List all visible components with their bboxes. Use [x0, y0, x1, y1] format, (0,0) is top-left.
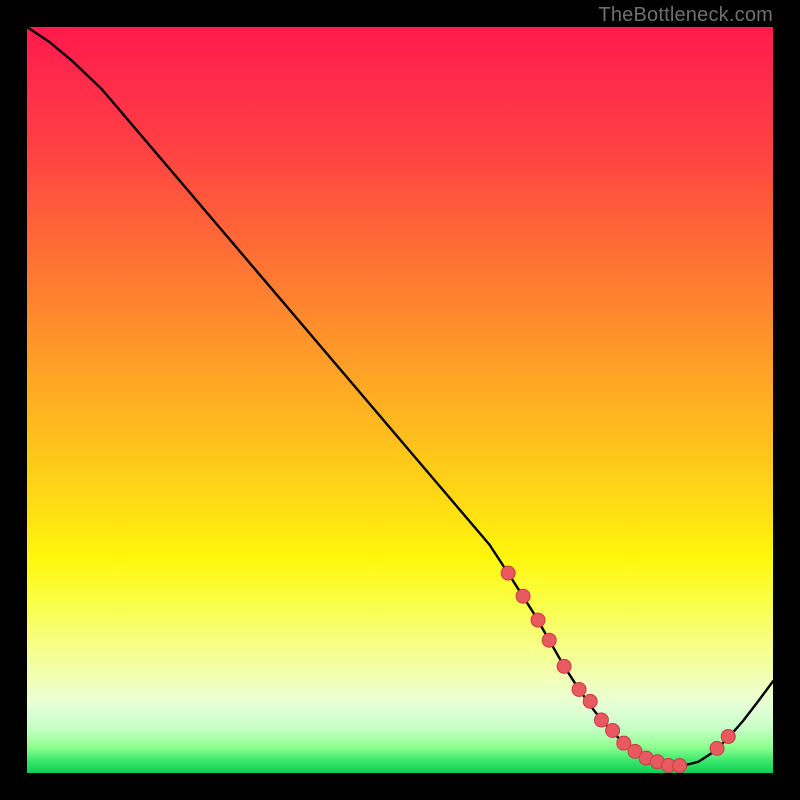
watermark-text: TheBottleneck.com: [598, 4, 773, 27]
plot-svg: [27, 27, 773, 773]
highlight-dot: [594, 713, 608, 727]
highlight-dot: [516, 589, 530, 603]
highlight-dot: [572, 682, 586, 696]
highlight-dot: [557, 659, 571, 673]
highlight-dot: [710, 741, 724, 755]
highlight-dot: [606, 723, 620, 737]
highlight-dot: [501, 566, 515, 580]
highlight-dot: [583, 694, 597, 708]
plot-area: [27, 27, 773, 773]
bottleneck-curve: [27, 27, 773, 766]
chart-stage: TheBottleneck.com: [0, 0, 800, 800]
highlight-dot: [531, 613, 545, 627]
highlight-dot: [721, 729, 735, 743]
highlight-dot: [673, 759, 687, 773]
highlight-dots: [501, 566, 735, 772]
highlight-dot: [542, 633, 556, 647]
